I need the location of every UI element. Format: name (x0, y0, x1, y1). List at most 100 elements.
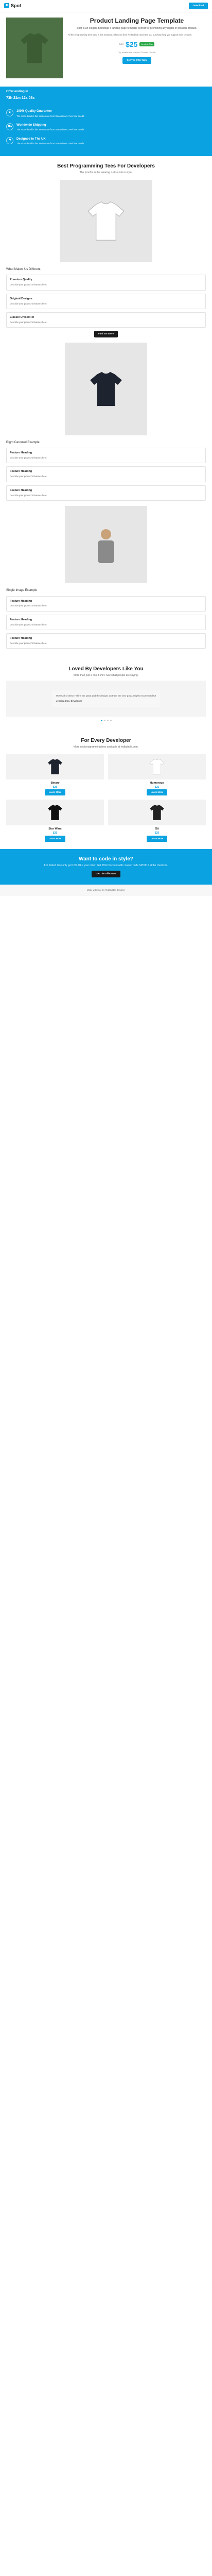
navbar: ■ Spot Download (0, 0, 212, 12)
product-price: $25 (154, 785, 160, 789)
testimonial-author: Jessica Doe, Developer (56, 699, 82, 702)
old-price: $30 (119, 42, 124, 46)
tshirt-image-2 (65, 342, 147, 435)
section-subtitle: The proof is in the wearing. Let's code … (79, 171, 133, 174)
card-title: Feature Heading (10, 451, 32, 455)
card-title: Classic Unisex Fit (10, 315, 34, 319)
product-name: Star Wars (48, 827, 62, 831)
download-button[interactable]: Download (188, 3, 208, 9)
price: $25 (126, 40, 138, 49)
product-card: Star Wars $25 Learn More (6, 800, 104, 842)
buy-button[interactable]: Get The Offer Now (122, 57, 151, 64)
products-section: For Every Developer More cool programmin… (0, 731, 212, 849)
product-price: $25 (52, 785, 58, 789)
testimonial-section: Loved By Developers Like You More than j… (0, 659, 212, 731)
footer-text: Made with love by RedBubble designer (86, 888, 126, 891)
card-desc: Describe your product's features here. (10, 623, 47, 626)
card-desc: Describe your product's features here. (10, 494, 47, 497)
carousel-dot[interactable] (100, 720, 102, 722)
product-name: Binary (50, 781, 60, 785)
feature-item: ⛟ Worldwide Shipping The more detail in … (6, 123, 206, 132)
footer-cta-subtitle: For limited time only get 15% OFF your o… (44, 864, 168, 868)
carousel-card: Feature Heading Describe your product's … (6, 466, 206, 482)
single-image-heading: Single Image Example (6, 588, 38, 592)
carousel-card: Feature Heading Describe your product's … (6, 485, 206, 501)
feature-title: 100% Quality Guarantee (16, 109, 52, 113)
carousel-dot[interactable] (110, 720, 112, 722)
hero: Product Landing Page Template Spot is an… (0, 12, 212, 83)
footer-cta-title: Want to code in style? (79, 856, 133, 862)
card-desc: Describe your product's features here. (10, 283, 47, 286)
brand[interactable]: ■ Spot (4, 3, 21, 9)
testimonial-quote: Wow! All of these t-shirts are great and… (56, 694, 156, 698)
product-card: Git $25 Learn More (108, 800, 206, 842)
features-section: ★ 100% Quality Guarantee The more detail… (0, 104, 212, 156)
feature-card: Premium Quality Describe your product's … (6, 275, 206, 291)
card-desc: Describe your product's features here. (10, 475, 47, 478)
find-out-more-button[interactable]: Find out more (94, 331, 118, 337)
carousel-dots (6, 720, 206, 722)
pin-icon: ⚑ (6, 137, 13, 144)
product-image (108, 753, 206, 779)
section-title: Best Programming Tees For Developers (57, 163, 155, 169)
single-image-card: Feature Heading Describe your product's … (6, 596, 206, 612)
feature-title: Designed in The UK (16, 137, 46, 141)
card-title: Feature Heading (10, 636, 32, 640)
offer-title: Offer ending in (6, 90, 28, 93)
countdown-timer: 73h 21m 12s 08s (6, 96, 35, 100)
footer: Made with love by RedBubble designer (0, 884, 212, 896)
feature-desc: The more detail in this section are from… (16, 142, 85, 145)
product-card: Humorous $25 Learn More (108, 753, 206, 796)
star-icon: ★ (6, 109, 13, 116)
learn-more-button[interactable]: Learn More (146, 789, 168, 796)
card-desc: Describe your product's features here. (10, 604, 47, 607)
single-image-card: Feature Heading Describe your product's … (6, 614, 206, 630)
card-title: Premium Quality (10, 278, 32, 282)
feature-item: ⚑ Designed in The UK The more detail in … (6, 137, 206, 146)
learn-more-button[interactable]: Learn More (44, 789, 66, 796)
what-makes-heading: What Makes Us Different (6, 267, 41, 271)
learn-more-button[interactable]: Learn More (44, 835, 66, 842)
footer-cta: Want to code in style? For limited time … (0, 849, 212, 885)
carousel-heading: Right Carousel Example (6, 440, 40, 444)
testimonial-carousel[interactable]: Wow! All of these t-shirts are great and… (6, 681, 206, 717)
card-desc: Describe your product's features here. (10, 641, 47, 645)
card-title: Original Designs (10, 297, 32, 300)
testimonial-title: Loved By Developers Like You (68, 666, 144, 672)
feature-desc: The more detail in this section are from… (16, 114, 85, 117)
learn-more-button[interactable]: Learn More (146, 835, 168, 842)
feature-title: Worldwide Shipping (16, 123, 46, 127)
hero-notice: All the programming tees used in this te… (68, 33, 192, 37)
product-price: $25 (154, 832, 160, 835)
hero-tshirt-image (6, 18, 63, 78)
product-image (108, 800, 206, 826)
card-desc: Describe your product's features here. (10, 456, 47, 460)
product-image (6, 800, 104, 826)
products-subtitle: More cool programming tees available at … (73, 745, 139, 749)
product-image (6, 753, 104, 779)
card-title: Feature Heading (10, 488, 32, 492)
product-price: $25 (52, 832, 58, 835)
card-title: Feature Heading (10, 470, 32, 473)
testimonial-subtitle: More than just a cool t-shirt. See what … (73, 674, 139, 677)
hero-title: Product Landing Page Template (90, 17, 184, 24)
carousel-dot[interactable] (107, 720, 109, 722)
card-title: Feature Heading (10, 599, 32, 603)
footer-offer-button[interactable]: Get The Offer Now (92, 871, 120, 877)
logo-icon: ■ (4, 3, 9, 9)
products-title: For Every Developer (81, 738, 131, 744)
truck-icon: ⛟ (6, 123, 13, 130)
hero-subtitle: Spot is an elegant Bootstrap 5 landing p… (77, 26, 197, 30)
feature-desc: The more detail in this section are from… (16, 128, 85, 131)
price-note: Try limited-time only for 72h with 15% o… (118, 51, 156, 54)
carousel-dot[interactable] (103, 720, 105, 722)
discount-badge: Limited Offer (139, 42, 155, 47)
feature-item: ★ 100% Quality Guarantee The more detail… (6, 109, 206, 118)
feature-card: Original Designs Describe your product's… (6, 293, 206, 309)
carousel-card: Feature Heading Describe your product's … (6, 448, 206, 464)
tshirt-image (60, 179, 152, 262)
product-name: Humorous (150, 781, 164, 785)
card-desc: Describe your product's features here. (10, 320, 47, 324)
single-image-card: Feature Heading Describe your product's … (6, 633, 206, 649)
best-tees-section: Best Programming Tees For Developers The… (0, 156, 212, 659)
